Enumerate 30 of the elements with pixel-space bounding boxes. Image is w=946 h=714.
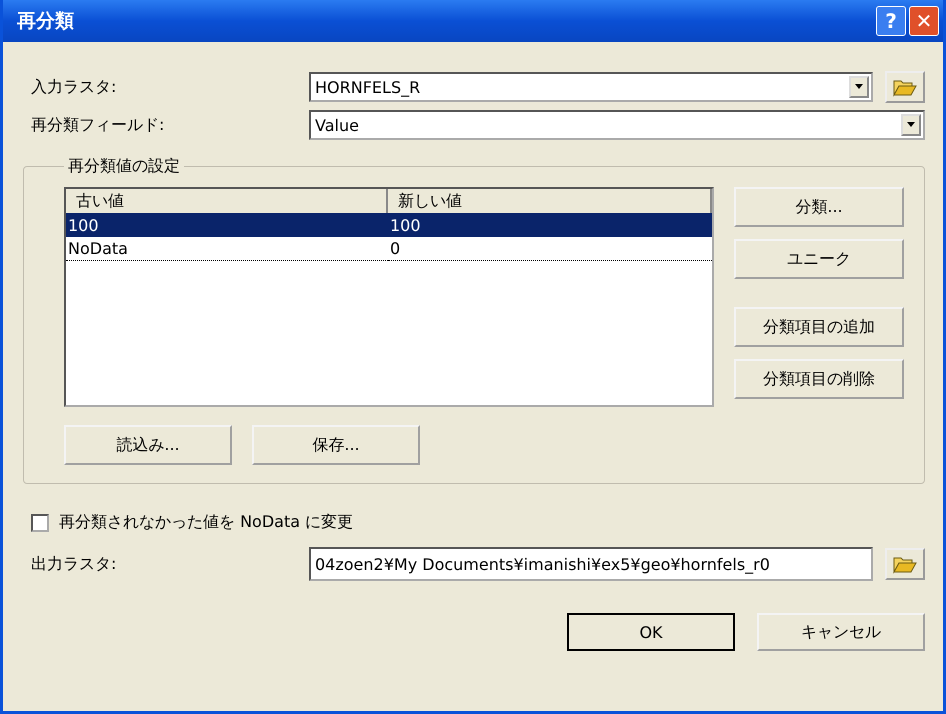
group-title: 再分類値の設定 xyxy=(67,156,181,177)
action-button[interactable]: 分類項目の追加 xyxy=(734,307,904,347)
field-label: 出力ラスタ: xyxy=(30,554,118,574)
caret-icon xyxy=(854,84,864,90)
table-row[interactable]: 100 100 xyxy=(66,213,712,237)
dialog-button[interactable]: OK xyxy=(567,613,735,651)
browse-button[interactable] xyxy=(885,548,925,580)
input-raster-dropdown[interactable]: HORNFELS_R xyxy=(309,72,873,102)
close-button[interactable]: ✕ xyxy=(909,6,939,36)
action-button[interactable]: 分類... xyxy=(734,187,904,227)
table-cell-text: 100 xyxy=(389,214,422,236)
window-title: 再分類 xyxy=(17,9,75,34)
table-row[interactable]: NoData 0 xyxy=(66,237,712,261)
field-dropdown[interactable]: Value xyxy=(309,110,925,140)
help-button[interactable]: ? xyxy=(876,6,906,36)
action-button[interactable]: 保存... xyxy=(252,425,420,465)
browse-button[interactable] xyxy=(885,71,925,103)
output-raster-field[interactable]: 04zoen2¥My Documents¥imanishi¥ex5¥geo¥hornfels_r0 xyxy=(309,547,873,581)
checkbox-label: 再分類されなかった値を NoData に変更 xyxy=(59,512,354,533)
dialog-button[interactable]: キャンセル xyxy=(757,613,925,651)
action-button[interactable]: 読込み... xyxy=(64,425,232,465)
field-label: 再分類フィールド: xyxy=(30,114,166,136)
field-label: 入力ラスタ: xyxy=(30,76,118,98)
action-button[interactable]: ユニーク xyxy=(734,239,904,279)
caret-icon xyxy=(906,122,916,128)
action-button[interactable]: 分類項目の削除 xyxy=(734,359,904,399)
table-cell: 0 xyxy=(388,237,712,261)
table-cell-text: 100 xyxy=(67,214,100,236)
checkbox[interactable] xyxy=(31,514,49,532)
table-cell: NoData xyxy=(66,237,388,261)
